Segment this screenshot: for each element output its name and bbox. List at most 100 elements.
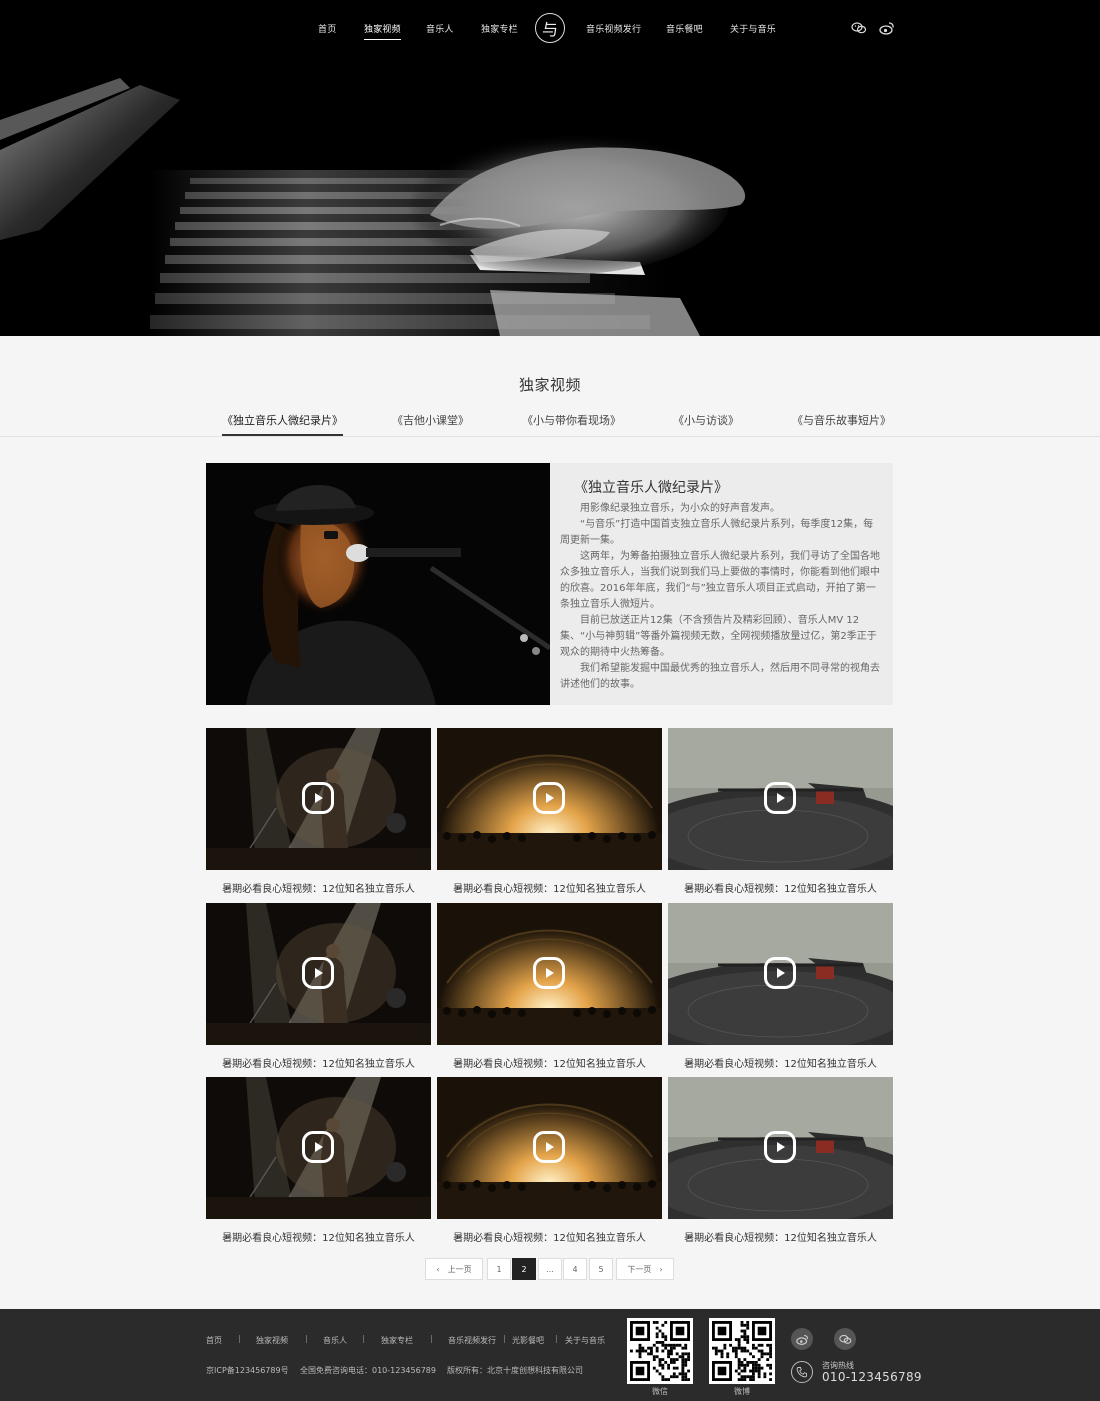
hotline-number: 010-123456789 (822, 1370, 922, 1384)
nav-exclusive-video[interactable]: 独家视频 (364, 22, 401, 40)
pager-page-5[interactable]: 5 (589, 1258, 613, 1280)
site-logo[interactable]: 与 (535, 13, 565, 43)
footer-separator: | (305, 1334, 308, 1343)
play-icon[interactable] (533, 782, 565, 814)
wechat-icon (838, 1334, 851, 1344)
footer-link-columns[interactable]: 独家专栏 (381, 1335, 413, 1346)
footer-copyright: 版权所有：北京十度创想科技有限公司 (447, 1366, 583, 1375)
video-caption[interactable]: 暑期必看良心短视频：12位知名独立音乐人 (206, 1055, 431, 1070)
video-card[interactable]: 暑期必看良心短视频：12位知名独立音乐人 (668, 903, 893, 1070)
qr-label-weibo: 微博 (734, 1387, 750, 1396)
footer-link-light-bar[interactable]: 光影餐吧 (512, 1335, 544, 1346)
weibo-icon[interactable] (879, 20, 895, 36)
video-caption[interactable]: 暑期必看良心短视频：12位知名独立音乐人 (437, 880, 662, 895)
footer-phone-line: 全国免费咨询电话：010-123456789 (300, 1366, 436, 1375)
pager-ellipsis: ... (538, 1258, 562, 1280)
hero-banner: 首页 独家视频 音乐人 独家专栏 与 音乐视频发行 音乐餐吧 关于与音乐 (0, 0, 1100, 336)
wechat-icon[interactable] (851, 20, 867, 36)
play-icon[interactable] (302, 1131, 334, 1163)
phone-icon (791, 1361, 813, 1383)
tab-live-show[interactable]: 《小与带你看现场》 (522, 412, 621, 428)
video-card[interactable]: 暑期必看良心短视频：12位知名独立音乐人 (668, 728, 893, 895)
video-caption[interactable]: 暑期必看良心短视频：12位知名独立音乐人 (437, 1229, 662, 1244)
tabs-divider (0, 436, 1100, 437)
footer-link-video-release[interactable]: 音乐视频发行 (448, 1335, 496, 1346)
footer-link-exclusive-video[interactable]: 独家视频 (256, 1335, 288, 1346)
play-icon[interactable] (533, 957, 565, 989)
video-card[interactable]: 暑期必看良心短视频：12位知名独立音乐人 (206, 1077, 431, 1244)
nav-about[interactable]: 关于与音乐 (730, 22, 776, 35)
section-title: 独家视频 (518, 376, 581, 394)
nav-home[interactable]: 首页 (318, 22, 336, 35)
footer-wechat-button[interactable] (834, 1328, 856, 1350)
wechat-qr-code (627, 1318, 693, 1384)
video-thumbnail[interactable] (668, 1077, 893, 1219)
nav-music-bar[interactable]: 音乐餐吧 (666, 22, 703, 35)
pager-page-2[interactable]: 2 (512, 1258, 536, 1280)
video-thumbnail[interactable] (437, 903, 662, 1045)
footer-separator: | (555, 1334, 558, 1343)
tab-micro-documentary[interactable]: 《独立音乐人微纪录片》 (222, 412, 343, 436)
feature-paragraph: 用影像纪录独立音乐，为小众的好声音发声。 (580, 503, 780, 514)
play-icon[interactable] (533, 1131, 565, 1163)
tab-story-shorts[interactable]: 《与音乐故事短片》 (792, 412, 891, 428)
video-thumbnail[interactable] (668, 728, 893, 870)
chevron-left-icon: ‹ (436, 1264, 440, 1274)
weibo-icon (795, 1334, 808, 1345)
feature-paragraph: “与音乐”打造中国首支独立音乐人微纪录片系列，每季度12集，每周更新一集。 (560, 519, 874, 546)
site-footer: 首页 | 独家视频 | 音乐人 | 独家专栏 | 音乐视频发行 | 光影餐吧 |… (0, 1309, 1100, 1401)
footer-icp: 京ICP备123456789号 (206, 1366, 289, 1375)
video-thumbnail[interactable] (437, 1077, 662, 1219)
video-caption[interactable]: 暑期必看良心短视频：12位知名独立音乐人 (437, 1055, 662, 1070)
video-caption[interactable]: 暑期必看良心短视频：12位知名独立音乐人 (206, 1229, 431, 1244)
video-thumbnail[interactable] (668, 903, 893, 1045)
qr-label-wechat: 微信 (652, 1387, 668, 1396)
feature-description: 《独立音乐人微纪录片》 用影像纪录独立音乐，为小众的好声音发声。 “与音乐”打造… (560, 477, 882, 693)
play-icon[interactable] (764, 782, 796, 814)
nav-video-release[interactable]: 音乐视频发行 (586, 22, 641, 35)
play-icon[interactable] (302, 957, 334, 989)
video-caption[interactable]: 暑期必看良心短视频：12位知名独立音乐人 (668, 880, 893, 895)
pager-page-1[interactable]: 1 (487, 1258, 511, 1280)
pager-next-button[interactable]: 下一页 › (616, 1258, 674, 1280)
nav-columns[interactable]: 独家专栏 (481, 22, 518, 35)
pager-prev-label: 上一页 (447, 1264, 472, 1274)
video-thumbnail[interactable] (206, 728, 431, 870)
play-icon[interactable] (764, 957, 796, 989)
tab-guitar-class[interactable]: 《吉他小课堂》 (392, 412, 469, 428)
video-thumbnail[interactable] (206, 1077, 431, 1219)
video-caption[interactable]: 暑期必看良心短视频：12位知名独立音乐人 (668, 1229, 893, 1244)
chevron-right-icon: › (659, 1264, 663, 1274)
pager-page-4[interactable]: 4 (563, 1258, 587, 1280)
weibo-qr-code (709, 1318, 775, 1384)
feature-paragraph: 目前已放送正片12集（不含预告片及精彩回顾）、音乐人MV 12集、“小与神剪辑”… (560, 615, 877, 658)
footer-weibo-button[interactable] (791, 1328, 813, 1350)
tab-interview[interactable]: 《小与访谈》 (673, 412, 739, 428)
singer-feature-image[interactable] (206, 463, 550, 705)
video-card[interactable]: 暑期必看良心短视频：12位知名独立音乐人 (437, 728, 662, 895)
play-icon[interactable] (302, 782, 334, 814)
footer-separator: | (238, 1334, 241, 1343)
video-card[interactable]: 暑期必看良心短视频：12位知名独立音乐人 (437, 903, 662, 1070)
footer-link-musicians[interactable]: 音乐人 (323, 1335, 347, 1346)
footer-link-about[interactable]: 关于与音乐 (565, 1335, 605, 1346)
feature-paragraph: 我们希望能发掘中国最优秀的独立音乐人，然后用不同寻常的视角去讲述他们的故事。 (560, 663, 880, 690)
video-card[interactable]: 暑期必看良心短视频：12位知名独立音乐人 (206, 728, 431, 895)
video-caption[interactable]: 暑期必看良心短视频：12位知名独立音乐人 (206, 880, 431, 895)
feature-paragraph: 这两年，为筹备拍摄独立音乐人微纪录片系列，我们寻访了全国各地众多独立音乐人，当我… (560, 551, 880, 610)
top-navigation: 首页 独家视频 音乐人 独家专栏 与 音乐视频发行 音乐餐吧 关于与音乐 (0, 0, 1100, 56)
video-caption[interactable]: 暑期必看良心短视频：12位知名独立音乐人 (668, 1055, 893, 1070)
video-thumbnail[interactable] (206, 903, 431, 1045)
feature-title: 《独立音乐人微纪录片》 (574, 480, 728, 496)
video-thumbnail[interactable] (437, 728, 662, 870)
video-card[interactable]: 暑期必看良心短视频：12位知名独立音乐人 (437, 1077, 662, 1244)
footer-separator: | (430, 1334, 433, 1343)
video-card[interactable]: 暑期必看良心短视频：12位知名独立音乐人 (668, 1077, 893, 1244)
nav-musicians[interactable]: 音乐人 (426, 22, 454, 35)
footer-link-home[interactable]: 首页 (206, 1335, 222, 1346)
logo-mark: 与 (541, 20, 558, 39)
video-card[interactable]: 暑期必看良心短视频：12位知名独立音乐人 (206, 903, 431, 1070)
play-icon[interactable] (764, 1131, 796, 1163)
pager-prev-button[interactable]: ‹ 上一页 (425, 1258, 483, 1280)
pager-next-label: 下一页 (627, 1264, 652, 1274)
